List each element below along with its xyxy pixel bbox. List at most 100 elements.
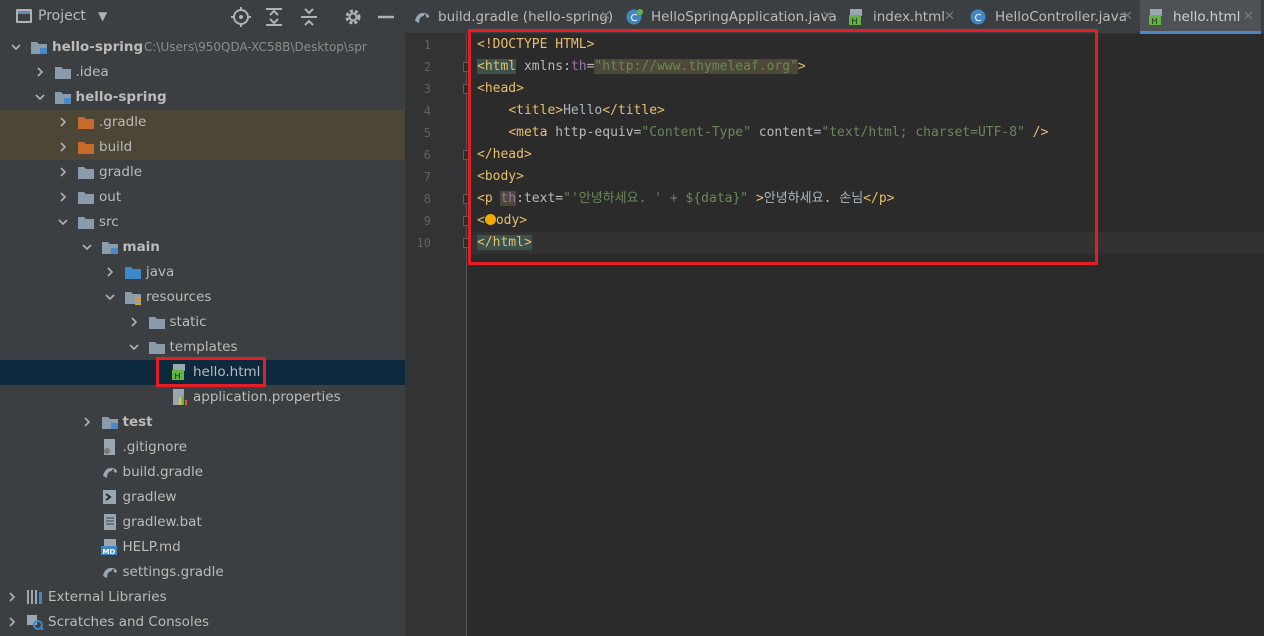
svg-text:C: C xyxy=(975,13,982,24)
expand-all-icon[interactable] xyxy=(263,6,285,28)
tree-item-main[interactable]: main xyxy=(0,235,405,260)
tree-item-label: gradlew.bat xyxy=(122,514,202,530)
line-number: 6 xyxy=(423,148,431,162)
project-view-icon xyxy=(16,9,32,23)
close-icon[interactable]: ✕ xyxy=(1122,9,1133,24)
tree-item-label: .idea xyxy=(75,64,109,80)
chevron-right-icon[interactable] xyxy=(57,166,69,178)
chevron-down-icon[interactable] xyxy=(81,241,93,253)
gitignore-file-icon xyxy=(101,439,119,455)
tree-item-test[interactable]: test xyxy=(0,410,405,435)
editor-area: build.gradle (hello-spring) ✕ C HelloSpring… xyxy=(405,0,1264,636)
chevron-right-icon[interactable] xyxy=(81,416,93,428)
svg-text:H: H xyxy=(1152,17,1158,25)
chevron-right-icon[interactable] xyxy=(34,66,46,78)
close-icon[interactable]: ✕ xyxy=(944,9,955,24)
line-number-gutter: 1 2 3 4 5 6 7 8 9 10 xyxy=(405,34,471,636)
chevron-right-icon[interactable] xyxy=(104,266,116,278)
html-file-icon: H xyxy=(848,9,866,26)
html-file-icon: H xyxy=(1148,9,1166,26)
tree-item-label: application.properties xyxy=(193,389,341,405)
view-dropdown-icon[interactable]: ▼ xyxy=(98,9,107,23)
tree-item-hello-spring[interactable]: hello-spring xyxy=(0,85,405,110)
line-number: 1 xyxy=(423,38,431,52)
tab-label: HelloController.java xyxy=(995,9,1127,25)
tree-item-build-gradle[interactable]: build.gradle xyxy=(0,460,405,485)
folder-resources-icon xyxy=(124,289,142,305)
tree-item-gradlew-bat[interactable]: gradlew.bat xyxy=(0,510,405,535)
line-number: 3 xyxy=(423,82,431,96)
collapse-all-icon[interactable] xyxy=(298,6,320,28)
tree-item-label: Scratches and Consoles xyxy=(48,614,210,630)
folder-blue-icon xyxy=(124,264,142,280)
tree-item-build[interactable]: build xyxy=(0,135,405,160)
locate-file-icon[interactable] xyxy=(230,6,252,28)
tree-item-label: build xyxy=(99,139,133,155)
chevron-right-icon[interactable] xyxy=(128,316,140,328)
tree-item-help-md[interactable]: MD HELP.md xyxy=(0,535,405,560)
properties-file-icon xyxy=(171,389,189,405)
folder-gray-icon xyxy=(54,64,72,80)
tree-item-label: src xyxy=(99,214,119,230)
tree-item-gradle[interactable]: .gradle xyxy=(0,110,405,135)
tree-item-out[interactable]: out xyxy=(0,185,405,210)
tree-item-gitignore[interactable]: .gitignore xyxy=(0,435,405,460)
tree-item-java[interactable]: java xyxy=(0,260,405,285)
gradle-file-icon xyxy=(413,9,431,25)
chevron-right-icon[interactable] xyxy=(57,141,69,153)
close-icon[interactable]: ✕ xyxy=(1243,9,1254,24)
highlight-box-file xyxy=(156,357,266,387)
highlight-box-code xyxy=(468,29,1098,265)
tree-item-label: static xyxy=(169,314,207,330)
chevron-down-icon[interactable] xyxy=(10,41,22,53)
tree-item-label: out xyxy=(99,189,122,205)
chevron-down-icon[interactable] xyxy=(57,216,69,228)
tree-item-application-properties[interactable]: application.properties xyxy=(0,385,405,410)
tree-item-external-libraries[interactable]: External Libraries xyxy=(0,585,405,610)
line-number: 5 xyxy=(423,126,431,140)
chevron-right-icon[interactable] xyxy=(57,116,69,128)
scratches-icon xyxy=(26,614,44,631)
terminal-file-icon xyxy=(101,489,119,505)
tree-item-static[interactable]: static xyxy=(0,310,405,335)
tree-item-gradlew[interactable]: gradlew xyxy=(0,485,405,510)
tab-label: hello.html xyxy=(1173,9,1241,25)
tree-item-label: .gradle xyxy=(99,114,147,130)
chevron-right-icon[interactable] xyxy=(57,191,69,203)
project-panel-title[interactable]: Project xyxy=(38,8,86,24)
tree-item-label: hello-spring xyxy=(52,39,144,55)
tab-hello-html[interactable]: Hhello.html ✕ xyxy=(1140,0,1261,34)
tree-item-label: test xyxy=(122,414,153,430)
libraries-icon xyxy=(26,589,44,605)
markdown-file-icon: MD xyxy=(100,539,119,556)
folder-gray-icon xyxy=(77,189,95,205)
folder-gray-icon xyxy=(148,314,166,330)
line-number: 7 xyxy=(423,170,431,184)
tree-item-scratches-and-consoles[interactable]: Scratches and Consoles xyxy=(0,610,405,635)
close-icon[interactable]: ✕ xyxy=(600,9,611,24)
folder-orange-icon xyxy=(77,114,95,130)
hide-panel-icon[interactable] xyxy=(375,6,397,28)
chevron-down-icon[interactable] xyxy=(128,341,140,353)
chevron-right-icon[interactable] xyxy=(6,616,18,628)
gear-icon[interactable] xyxy=(342,6,364,28)
tree-item-settings-gradle[interactable]: settings.gradle xyxy=(0,560,405,585)
project-path: C:\Users\950QDA-XC58B\Desktop\spr xyxy=(144,40,367,54)
close-icon[interactable]: ✕ xyxy=(822,9,833,24)
tree-item-label: gradlew xyxy=(122,489,177,505)
project-tool-window: Project ▼ hello-spring C:\Users\950QDA-XC… xyxy=(0,0,405,636)
line-number: 10 xyxy=(416,236,431,250)
folder-gray-icon xyxy=(77,164,95,180)
chevron-down-icon[interactable] xyxy=(104,291,116,303)
chevron-down-icon[interactable] xyxy=(34,91,46,103)
line-number: 2 xyxy=(423,60,431,74)
spring-class-icon: C xyxy=(626,9,644,25)
chevron-right-icon[interactable] xyxy=(6,591,18,603)
tree-item-src[interactable]: src xyxy=(0,210,405,235)
tree-item-gradle[interactable]: gradle xyxy=(0,160,405,185)
tree-item-hello-spring[interactable]: hello-spring C:\Users\950QDA-XC58B\Deskto… xyxy=(0,35,405,60)
tree-item-idea[interactable]: .idea xyxy=(0,60,405,85)
tree-item-label: gradle xyxy=(99,164,143,180)
tree-item-label: .gitignore xyxy=(122,439,188,455)
tree-item-resources[interactable]: resources xyxy=(0,285,405,310)
